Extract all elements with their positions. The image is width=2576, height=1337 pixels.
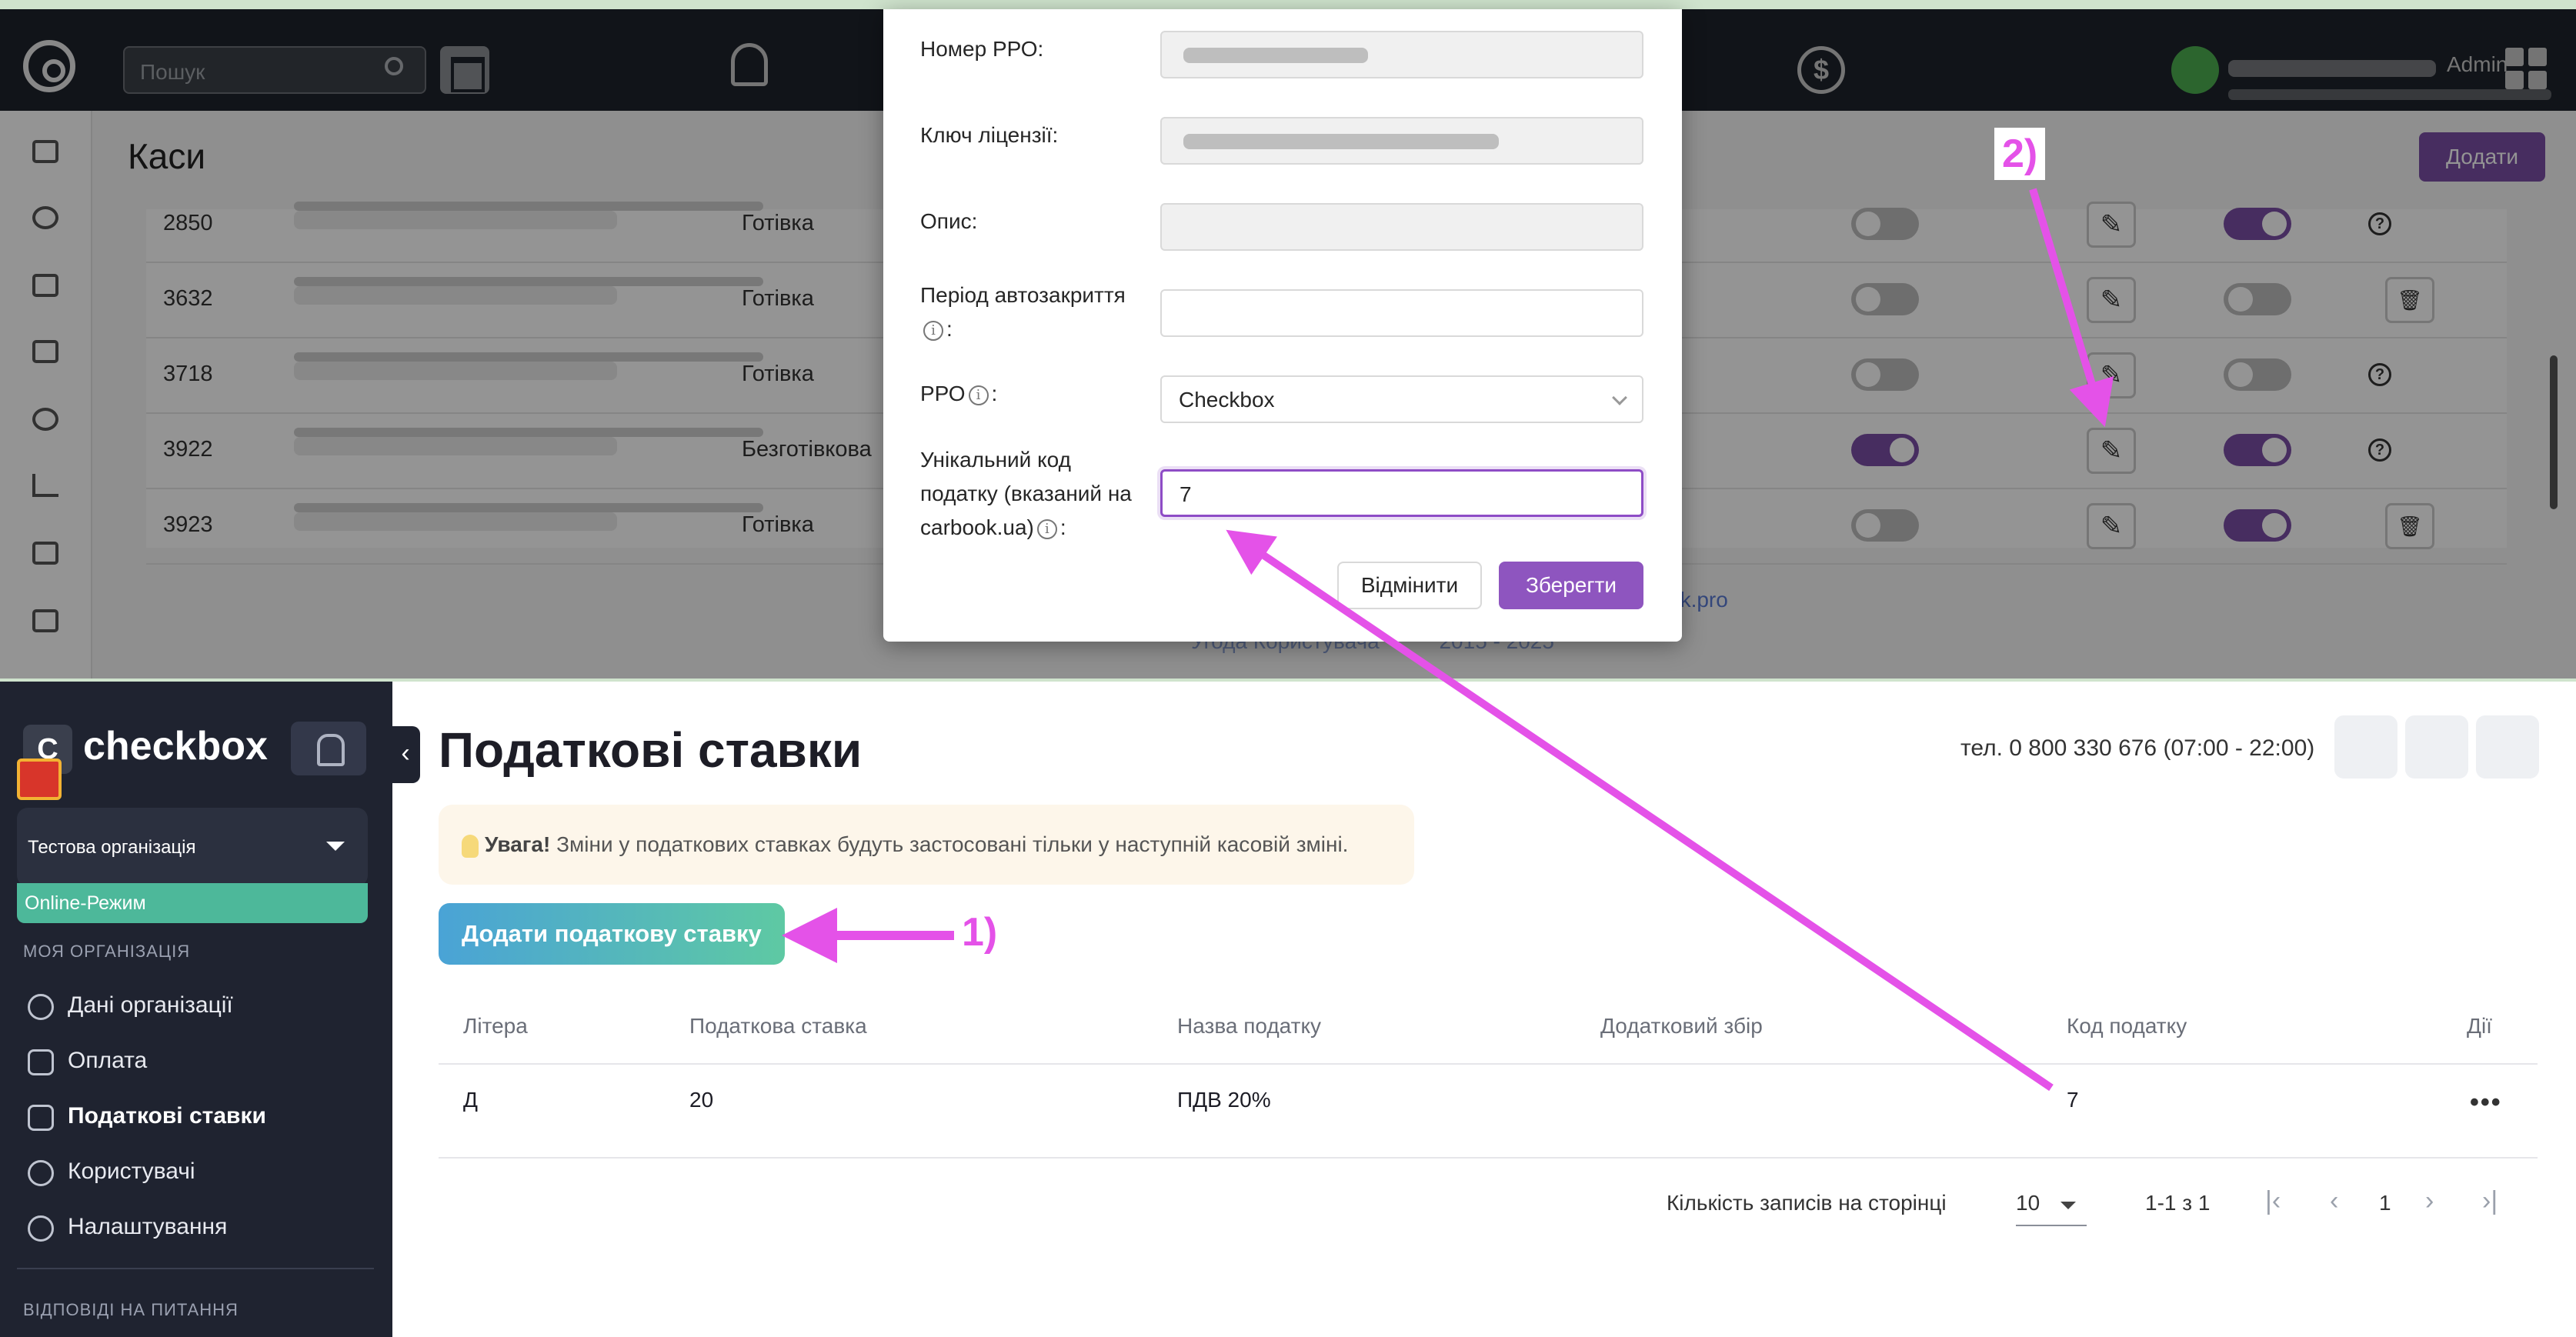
autoclose-label: Період автозакриття i: — [920, 283, 1126, 341]
col-letter: Літера — [463, 1014, 528, 1038]
divider — [439, 1063, 2538, 1065]
warning-banner: Увага! Зміни у податкових ставках будуть… — [439, 805, 1414, 885]
info-icon[interactable]: i — [923, 320, 943, 341]
rro-label: РРО i: — [920, 382, 998, 405]
save-button[interactable]: Зберегти — [1499, 562, 1643, 609]
checkbox-sidebar: C checkbox Тестова організація Online-Ре… — [0, 682, 392, 1337]
tax-code-label: Унікальний код податку (вказаний на carboo… — [920, 448, 1132, 539]
cell-code: 7 — [2067, 1088, 2079, 1112]
pagination-range: 1-1 з 1 — [2145, 1191, 2211, 1215]
caret-down-icon[interactable] — [326, 842, 345, 851]
autoclose-field[interactable] — [1160, 289, 1643, 337]
rows-per-page-select[interactable]: 10 — [2016, 1191, 2087, 1226]
col-code: Код податку — [2067, 1014, 2187, 1038]
online-mode-badge: Online-Режим — [17, 883, 368, 923]
rro-number-field[interactable] — [1160, 31, 1643, 78]
rro-number-label: Номер РРО: — [920, 37, 1044, 61]
last-page-icon[interactable]: ›| — [2482, 1186, 2498, 1216]
organization-select[interactable]: Тестова організація — [17, 808, 368, 886]
chevron-down-icon — [1612, 390, 1627, 405]
col-extra: Додатковий збір — [1600, 1014, 1763, 1038]
current-page: 1 — [2379, 1191, 2391, 1215]
checkbox-window: C checkbox Тестова організація Online-Ре… — [0, 682, 2576, 1337]
annotation-label-1: 1) — [962, 910, 998, 955]
brand-name[interactable]: checkbox — [83, 723, 268, 769]
collapse-sidebar-button[interactable]: ‹ — [391, 726, 420, 783]
divider — [439, 1157, 2538, 1159]
crm-window: Пошук $ Admin Каси Додати 2850 Готівка ✎? 3… — [0, 0, 2576, 682]
description-label: Опис: — [920, 209, 978, 233]
first-page-icon[interactable]: |‹ — [2265, 1186, 2281, 1216]
info-icon[interactable]: i — [968, 385, 989, 405]
support-phone: тел. 0 800 330 676 (07:00 - 22:00) — [1960, 735, 2315, 761]
telegram-icon[interactable] — [2405, 715, 2468, 779]
license-key-field[interactable] — [1160, 117, 1643, 165]
rro-select[interactable]: Checkbox — [1160, 375, 1643, 423]
section-my-org: МОЯ ОРГАНІЗАЦІЯ — [23, 942, 191, 961]
cash-register-modal: Номер РРО: Ключ ліцензії: Опис: Період а… — [883, 9, 1682, 642]
cancel-button[interactable]: Відмінити — [1337, 562, 1482, 609]
page-title: Податкові ставки — [439, 722, 863, 778]
cell-name: ПДВ 20% — [1177, 1088, 1271, 1112]
col-name: Назва податку — [1177, 1014, 1322, 1038]
tax-code-field[interactable]: 7 — [1160, 469, 1643, 517]
license-key-label: Ключ ліцензії: — [920, 123, 1059, 147]
gift-icon — [17, 759, 62, 800]
next-page-icon[interactable]: › — [2425, 1186, 2434, 1216]
lightbulb-icon — [462, 834, 479, 858]
tax-document-icon — [28, 1105, 54, 1131]
annotation-label-2: 2) — [1994, 128, 2046, 180]
description-field[interactable] — [1160, 203, 1643, 251]
divider — [17, 1268, 374, 1269]
cell-rate: 20 — [689, 1088, 714, 1112]
bell-icon[interactable] — [291, 722, 366, 775]
more-actions-icon[interactable]: ••• — [2470, 1088, 2502, 1118]
chat-icon[interactable] — [2334, 715, 2397, 779]
gear-icon — [28, 1215, 54, 1242]
add-tax-rate-button[interactable]: Додати податкову ставку — [439, 903, 785, 965]
info-icon[interactable]: i — [1036, 518, 1057, 539]
users-icon — [28, 1160, 54, 1186]
payment-card-icon — [28, 1049, 54, 1075]
col-rate: Податкова ставка — [689, 1014, 867, 1038]
rows-per-page-label: Кількість записів на сторінці — [1667, 1191, 1947, 1215]
prev-page-icon[interactable]: ‹ — [2330, 1186, 2338, 1216]
col-actions: Дії — [2467, 1014, 2492, 1038]
org-data-icon — [28, 994, 54, 1020]
viber-icon[interactable] — [2476, 715, 2539, 779]
cell-letter: Д — [463, 1088, 478, 1112]
section-faq[interactable]: ВІДПОВІДІ НА ПИТАННЯ — [23, 1300, 239, 1320]
